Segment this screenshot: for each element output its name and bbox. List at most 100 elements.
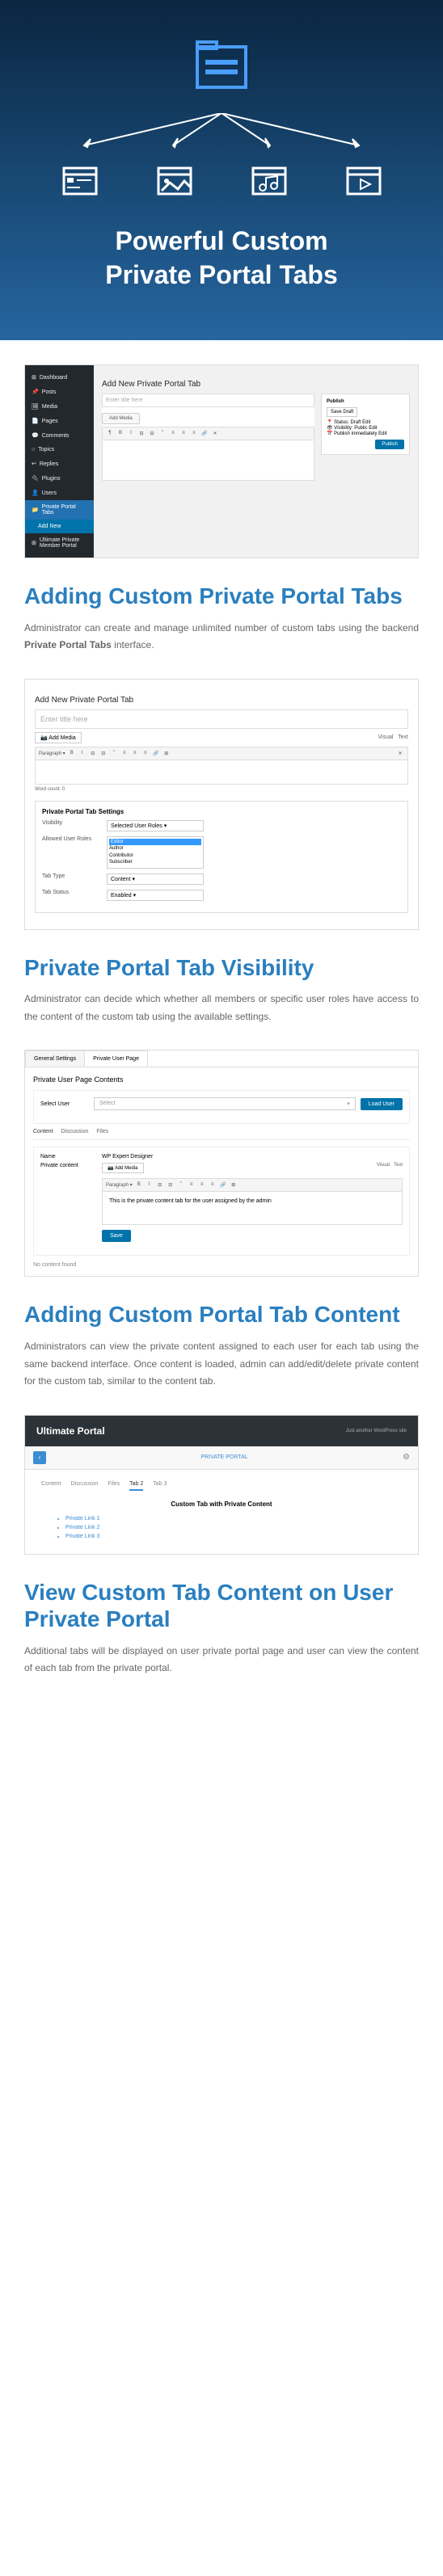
- editor-content[interactable]: [102, 440, 314, 481]
- section-1-text: Administrator can create and manage unli…: [24, 620, 419, 655]
- portal-nav: ‹ PRIVATE PORTAL ⚙: [25, 1446, 418, 1470]
- sidebar-posts[interactable]: 📌Posts: [25, 385, 94, 399]
- page-title: Add New Private Portal Tab: [35, 689, 408, 709]
- section-2-text: Administrator can decide which whether a…: [24, 991, 419, 1025]
- sidebar-dashboard[interactable]: ⊞Dashboard: [25, 370, 94, 385]
- editor-content[interactable]: This is the private content tab for the …: [103, 1192, 402, 1224]
- word-count: Word count: 0: [35, 785, 408, 794]
- private-links-list: Private Link 1 Private Link 2 Private Li…: [41, 1516, 402, 1539]
- sidebar-replies[interactable]: ↩Replies: [25, 457, 94, 471]
- sidebar-media[interactable]: 🖼Media: [25, 399, 94, 414]
- wp-admin-mockup-2: Add New Private Portal Tab Enter title h…: [24, 679, 419, 930]
- visual-tab[interactable]: Visual: [378, 734, 393, 740]
- tab-general-settings[interactable]: General Settings: [25, 1050, 85, 1067]
- select-user-label: Select User: [40, 1101, 89, 1107]
- text-tab[interactable]: Text: [398, 734, 408, 740]
- wp-sidebar: ⊞Dashboard 📌Posts 🖼Media 📄Pages 💬Comment…: [25, 365, 94, 558]
- visibility-label: Visibility: [42, 820, 107, 826]
- feature-icons-row: [16, 162, 427, 200]
- sidebar-add-new[interactable]: Add New: [25, 520, 94, 533]
- section-4-heading: View Custom Tab Content on User Private …: [24, 1579, 419, 1633]
- portal-tab-content[interactable]: Content: [41, 1481, 61, 1491]
- panel-heading: Private User Page Contents: [33, 1075, 410, 1084]
- tab-type-label: Tab Type: [42, 873, 107, 879]
- section-1-heading: Adding Custom Private Portal Tabs: [24, 583, 419, 610]
- no-content-message: No content found: [33, 1262, 410, 1268]
- video-icon: [344, 162, 383, 200]
- portal-tab-discussion[interactable]: Discussion: [71, 1481, 99, 1491]
- hero-section: Powerful Custom Private Portal Tabs: [0, 0, 443, 340]
- tab-type-select[interactable]: Content ▾: [107, 873, 204, 885]
- section-4: View Custom Tab Content on User Private …: [0, 1555, 443, 1702]
- section-3-text: Administrators can view the private cont…: [24, 1338, 419, 1391]
- editor-content[interactable]: [35, 760, 408, 785]
- section-3: Adding Custom Portal Tab Content Adminis…: [0, 1277, 443, 1414]
- tab-status-select[interactable]: Enabled ▾: [107, 890, 204, 901]
- inner-tab-files[interactable]: Files: [96, 1129, 108, 1134]
- frontend-mockup: Ultimate Portal Just another WordPress s…: [24, 1415, 419, 1555]
- section-4-text: Additional tabs will be displayed on use…: [24, 1643, 419, 1677]
- portal-tabs: Content Discussion Files Tab 2 Tab 3: [41, 1481, 402, 1491]
- publish-button[interactable]: Publish: [375, 440, 404, 449]
- editor-toolbar[interactable]: Paragraph ▾BI⊟⊟"≡≡≡🔗⊞✕: [35, 747, 408, 760]
- portal-tab-files[interactable]: Files: [108, 1481, 120, 1491]
- save-draft-button[interactable]: Save Draft: [327, 407, 357, 417]
- name-label: Name: [40, 1154, 97, 1160]
- save-button[interactable]: Save: [102, 1230, 131, 1242]
- wp-admin-mockup-1: ⊞Dashboard 📌Posts 🖼Media 📄Pages 💬Comment…: [24, 364, 419, 558]
- portal-subtitle: Just another WordPress site: [346, 1429, 407, 1433]
- private-link[interactable]: Private Link 1: [65, 1516, 402, 1522]
- load-user-button[interactable]: Load User: [361, 1098, 403, 1110]
- sidebar-topics[interactable]: ○Topics: [25, 443, 94, 457]
- publish-visibility: 👁 Visibility: Public Edit: [327, 425, 404, 431]
- private-link[interactable]: Private Link 2: [65, 1525, 402, 1530]
- folder-icon: [189, 32, 254, 97]
- name-value: WP Expert Designer: [102, 1154, 403, 1160]
- inner-tab-content[interactable]: Content: [33, 1129, 53, 1134]
- sidebar-pages[interactable]: 📄Pages: [25, 414, 94, 428]
- settings-box-title: Private Portal Tab Settings: [42, 808, 401, 815]
- add-media-button[interactable]: Add Media: [102, 413, 140, 424]
- back-arrow-icon[interactable]: ‹: [33, 1451, 46, 1464]
- private-content-label: Private content: [40, 1163, 97, 1168]
- arrows-graphic: [16, 113, 427, 154]
- content-title: Custom Tab with Private Content: [41, 1501, 402, 1508]
- section-2: Private Portal Tab Visibility Administra…: [0, 930, 443, 1050]
- editor-toolbar[interactable]: ¶BI⊟⊟"≡≡≡🔗✕: [102, 427, 314, 440]
- breadcrumb[interactable]: PRIVATE PORTAL: [200, 1454, 247, 1460]
- publish-status: 📍 Status: Draft Edit: [327, 419, 404, 425]
- sidebar-comments[interactable]: 💬Comments: [25, 428, 94, 443]
- roles-select[interactable]: EditorAuthorContributorSubscriber: [107, 836, 204, 869]
- tab-private-user-page[interactable]: Private User Page: [84, 1050, 148, 1067]
- add-media-button[interactable]: 📷 Add Media: [35, 732, 82, 743]
- section-3-heading: Adding Custom Portal Tab Content: [24, 1301, 419, 1328]
- section-2-heading: Private Portal Tab Visibility: [24, 954, 419, 982]
- visibility-select[interactable]: Selected User Roles ▾: [107, 820, 204, 831]
- title-input[interactable]: Enter title here: [102, 394, 314, 407]
- sidebar-users[interactable]: 👤Users: [25, 486, 94, 500]
- wp-admin-mockup-3: General Settings Private User Page Priva…: [24, 1050, 419, 1277]
- section-1: Adding Custom Private Portal Tabs Admini…: [0, 558, 443, 679]
- user-select[interactable]: Select ▾: [94, 1097, 356, 1110]
- title-input[interactable]: Enter title here: [35, 709, 408, 729]
- sidebar-private-portal-tabs[interactable]: 📁Private Portal Tabs: [25, 500, 94, 520]
- editor-toolbar[interactable]: Paragraph ▾BI⊟⊟"≡≡≡🔗⊞: [103, 1179, 402, 1192]
- portal-brand: Ultimate Portal: [36, 1425, 105, 1437]
- inner-tab-discussion[interactable]: Discussion: [61, 1129, 89, 1134]
- wp-main: Add New Private Portal Tab Enter title h…: [94, 365, 418, 558]
- sidebar-plugins[interactable]: 🔌Plugins: [25, 471, 94, 486]
- page-title: Add New Private Portal Tab: [102, 373, 410, 394]
- add-media-button[interactable]: 📷 Add Media: [102, 1163, 144, 1173]
- portal-tab-2[interactable]: Tab 2: [129, 1481, 143, 1491]
- portal-tab-3[interactable]: Tab 3: [153, 1481, 167, 1491]
- gear-icon[interactable]: ⚙: [403, 1453, 410, 1462]
- private-link[interactable]: Private Link 3: [65, 1534, 402, 1539]
- music-icon: [250, 162, 289, 200]
- image-icon: [155, 162, 194, 200]
- tab-status-label: Tab Status: [42, 890, 107, 895]
- sidebar-ultimate-portal[interactable]: ⊞Ultimate Private Member Portal: [25, 533, 94, 553]
- publish-date: 📅 Publish immediately Edit: [327, 431, 404, 436]
- portal-header: Ultimate Portal Just another WordPress s…: [25, 1416, 418, 1446]
- roles-label: Allowed User Roles: [42, 836, 107, 842]
- publish-metabox: Publish Save Draft 📍 Status: Draft Edit …: [321, 394, 410, 455]
